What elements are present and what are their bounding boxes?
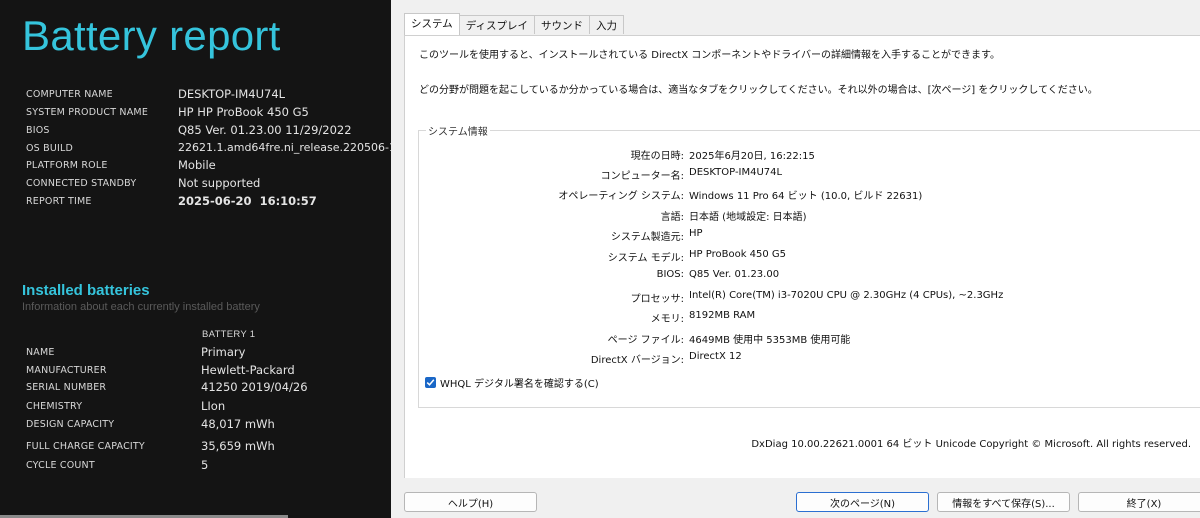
info-value: HP ProBook 450 G5 — [689, 249, 787, 260]
info-label: プロセッサ: — [630, 294, 684, 305]
info-row-datetime: 現在の日時: 2025年6月20日, 16:22:15 — [419, 147, 1200, 163]
value-product-name: HP HP ProBook 450 G5 — [178, 105, 309, 119]
label-platform-role: PLATFORM ROLE — [26, 160, 108, 171]
info-value: 日本語 (地域設定: 日本語) — [689, 212, 807, 223]
info-label: DirectX バージョン: — [590, 355, 684, 366]
info-row-language: 言語: 日本語 (地域設定: 日本語) — [419, 208, 1200, 224]
info-label: メモリ: — [650, 314, 684, 325]
info-row-os: オペレーティング システム: Windows 11 Pro 64 ビット (10… — [419, 187, 1200, 203]
label-design-capacity: DESIGN CAPACITY — [26, 419, 115, 430]
info-row-processor: プロセッサ: Intel(R) Core(TM) i3-7020U CPU @ … — [419, 290, 1200, 306]
info-row-page-file: ページ ファイル: 4649MB 使用中 5353MB 使用可能 — [419, 331, 1200, 347]
tab-system[interactable]: システム — [404, 13, 460, 35]
info-value: 4649MB 使用中 5353MB 使用可能 — [689, 335, 851, 346]
system-tab-panel: このツールを使用すると、インストールされている DirectX コンポーネントや… — [404, 35, 1200, 478]
save-all-info-button[interactable]: 情報をすべて保存(S)... — [937, 492, 1070, 512]
label-connected-standby: CONNECTED STANDBY — [26, 178, 137, 189]
info-label: システム製造元: — [610, 232, 684, 243]
battery-report-panel: Battery report COMPUTER NAME DESKTOP-IM4… — [0, 0, 391, 518]
tab-sound[interactable]: サウンド — [533, 15, 590, 34]
label-manufacturer: MANUFACTURER — [26, 365, 107, 376]
label-report-time: REPORT TIME — [26, 196, 92, 207]
intro-text-1: このツールを使用すると、インストールされている DirectX コンポーネントや… — [419, 50, 1001, 61]
whql-checkbox-label: WHQL デジタル署名を確認する(C) — [440, 379, 599, 390]
value-os-build: 22621.1.amd64fre.ni_release.220506-1250 — [178, 141, 391, 154]
next-page-button[interactable]: 次のページ(N) — [796, 492, 929, 512]
label-serial-number: SERIAL NUMBER — [26, 382, 107, 393]
info-label: ページ ファイル: — [607, 335, 684, 346]
info-value: DESKTOP-IM4U74L — [689, 167, 783, 178]
label-battery-name: NAME — [26, 347, 55, 358]
label-chemistry: CHEMISTRY — [26, 401, 83, 412]
info-value: 2025年6月20日, 16:22:15 — [689, 151, 815, 162]
info-label: BIOS: — [656, 269, 684, 280]
info-value: DirectX 12 — [689, 351, 742, 362]
dxdiag-window: システム ディスプレイ サウンド 入力 このツールを使用すると、インストールされ… — [391, 0, 1200, 518]
value-design-capacity: 48,017 mWh — [201, 417, 275, 431]
info-row-manufacturer: システム製造元: HP — [419, 228, 1200, 244]
label-product-name: SYSTEM PRODUCT NAME — [26, 107, 149, 118]
label-os-build: OS BUILD — [26, 143, 74, 154]
info-row-bios: BIOS: Q85 Ver. 01.23.00 — [419, 269, 1200, 285]
info-value: HP — [689, 228, 703, 239]
value-battery-name: Primary — [201, 345, 246, 359]
info-label: 言語: — [660, 212, 684, 223]
battery-column-header: BATTERY 1 — [202, 329, 256, 340]
value-connected-standby: Not supported — [178, 176, 261, 190]
intro-text-2: どの分野が問題を起こしているか分かっている場合は、適当なタブをクリックしてくださ… — [419, 85, 1098, 96]
copyright-footer: DxDiag 10.00.22621.0001 64 ビット Unicode C… — [751, 439, 1191, 450]
value-manufacturer: Hewlett-Packard — [201, 363, 295, 377]
whql-checkbox[interactable]: WHQL デジタル署名を確認する(C) — [425, 375, 599, 390]
system-info-group: システム情報 現在の日時: 2025年6月20日, 16:22:15 コンピュー… — [418, 123, 1200, 408]
tab-bar: システム ディスプレイ サウンド 入力 — [404, 13, 624, 35]
info-label: 現在の日時: — [630, 151, 684, 162]
label-computer-name: COMPUTER NAME — [26, 89, 113, 100]
system-info-group-label: システム情報 — [426, 123, 490, 138]
value-full-charge-capacity: 35,659 mWh — [201, 439, 275, 453]
label-cycle-count: CYCLE COUNT — [26, 460, 95, 471]
value-platform-role: Mobile — [178, 158, 216, 172]
value-cycle-count: 5 — [201, 458, 209, 472]
info-label: オペレーティング システム: — [558, 191, 684, 202]
tab-display[interactable]: ディスプレイ — [458, 15, 535, 34]
info-row-computer-name: コンピューター名: DESKTOP-IM4U74L — [419, 167, 1200, 183]
value-serial-number: 41250 2019/04/26 — [201, 380, 308, 394]
info-value: Windows 11 Pro 64 ビット (10.0, ビルド 22631) — [689, 191, 923, 202]
value-report-time: 2025-06-20 16:10:57 — [178, 194, 317, 208]
info-row-model: システム モデル: HP ProBook 450 G5 — [419, 249, 1200, 265]
help-button[interactable]: ヘルプ(H) — [404, 492, 537, 512]
checkbox-checked-icon[interactable] — [425, 377, 436, 388]
label-bios: BIOS — [26, 125, 50, 136]
info-label: システム モデル: — [607, 253, 684, 264]
tab-input[interactable]: 入力 — [588, 15, 624, 34]
installed-batteries-subtitle: Information about each currently install… — [22, 301, 260, 313]
info-row-directx: DirectX バージョン: DirectX 12 — [419, 351, 1200, 367]
exit-button[interactable]: 終了(X) — [1078, 492, 1200, 512]
info-value: Q85 Ver. 01.23.00 — [689, 269, 780, 280]
label-full-charge-capacity: FULL CHARGE CAPACITY — [26, 441, 145, 452]
info-row-memory: メモリ: 8192MB RAM — [419, 310, 1200, 326]
info-value: 8192MB RAM — [689, 310, 756, 321]
info-value: Intel(R) Core(TM) i3-7020U CPU @ 2.30GHz… — [689, 290, 1004, 301]
installed-batteries-heading: Installed batteries — [22, 282, 150, 299]
value-computer-name: DESKTOP-IM4U74L — [178, 87, 286, 101]
value-bios: Q85 Ver. 01.23.00 11/29/2022 — [178, 123, 352, 137]
info-label: コンピューター名: — [600, 171, 684, 182]
page-title: Battery report — [22, 12, 281, 59]
value-chemistry: LIon — [201, 399, 226, 413]
